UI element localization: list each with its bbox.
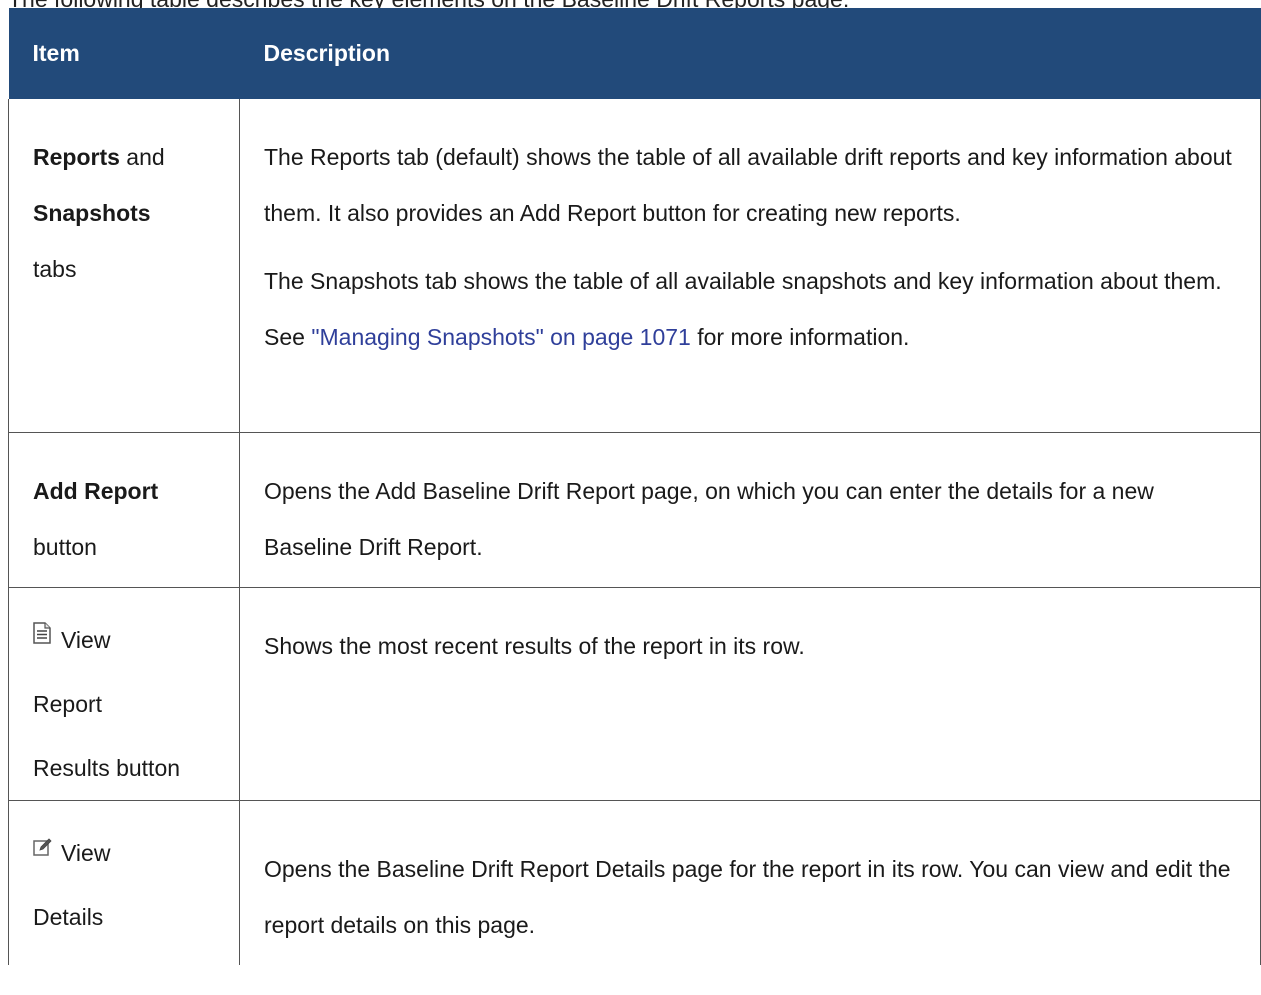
managing-snapshots-link[interactable]: "Managing Snapshots" on page 1071	[311, 324, 691, 350]
item-bold: Reports	[33, 144, 120, 170]
description-cell: Shows the most recent results of the rep…	[239, 587, 1261, 801]
table-row: View Details Opens the Baseline Drift Re…	[8, 800, 1261, 965]
description-paragraph: Opens the Add Baseline Drift Report page…	[264, 478, 1154, 560]
item-text: View	[61, 627, 111, 653]
description-paragraph: The Reports tab (default) shows the tabl…	[264, 144, 1232, 226]
table-row: Reports and Snapshots tabs The Reports t…	[8, 99, 1261, 433]
item-text: Details	[33, 904, 104, 930]
table-header-row: Item Description	[8, 8, 1261, 99]
elements-table: Item Description Reports and Snapshots t…	[8, 8, 1261, 965]
item-text: Report	[33, 691, 103, 717]
description-paragraph: Shows the most recent results of the rep…	[264, 633, 805, 659]
item-bold: Snapshots	[33, 200, 151, 226]
item-text: Results button	[33, 755, 181, 781]
document-page: The following table describes the key el…	[0, 0, 1261, 995]
description-paragraph: The Snapshots tab shows the table of all…	[264, 253, 1236, 365]
header-item: Item	[8, 8, 240, 99]
item-cell: Add Report button	[8, 432, 240, 588]
item-text: button	[33, 534, 97, 560]
description-cell: Opens the Add Baseline Drift Report page…	[239, 432, 1261, 588]
item-cell: View Details	[8, 800, 240, 965]
description-cell: The Reports tab (default) shows the tabl…	[239, 99, 1261, 433]
table-row: Add Report button Opens the Add Baseline…	[8, 432, 1261, 588]
header-description: Description	[239, 8, 1261, 99]
document-lines-icon	[33, 604, 51, 644]
description-cell: Opens the Baseline Drift Report Details …	[239, 800, 1261, 965]
table-row: View Report Results button Shows the mos…	[8, 587, 1261, 801]
item-bold: Add Report	[33, 478, 159, 504]
item-cell: Reports and Snapshots tabs	[8, 99, 240, 433]
description-text: for more information.	[690, 324, 910, 350]
item-text: View	[61, 840, 111, 866]
description-paragraph: Opens the Baseline Drift Report Details …	[264, 856, 1231, 938]
item-text: tabs	[33, 256, 77, 282]
item-cell: View Report Results button	[8, 587, 240, 801]
item-text: and	[119, 144, 165, 170]
edit-pencil-icon	[33, 817, 52, 856]
